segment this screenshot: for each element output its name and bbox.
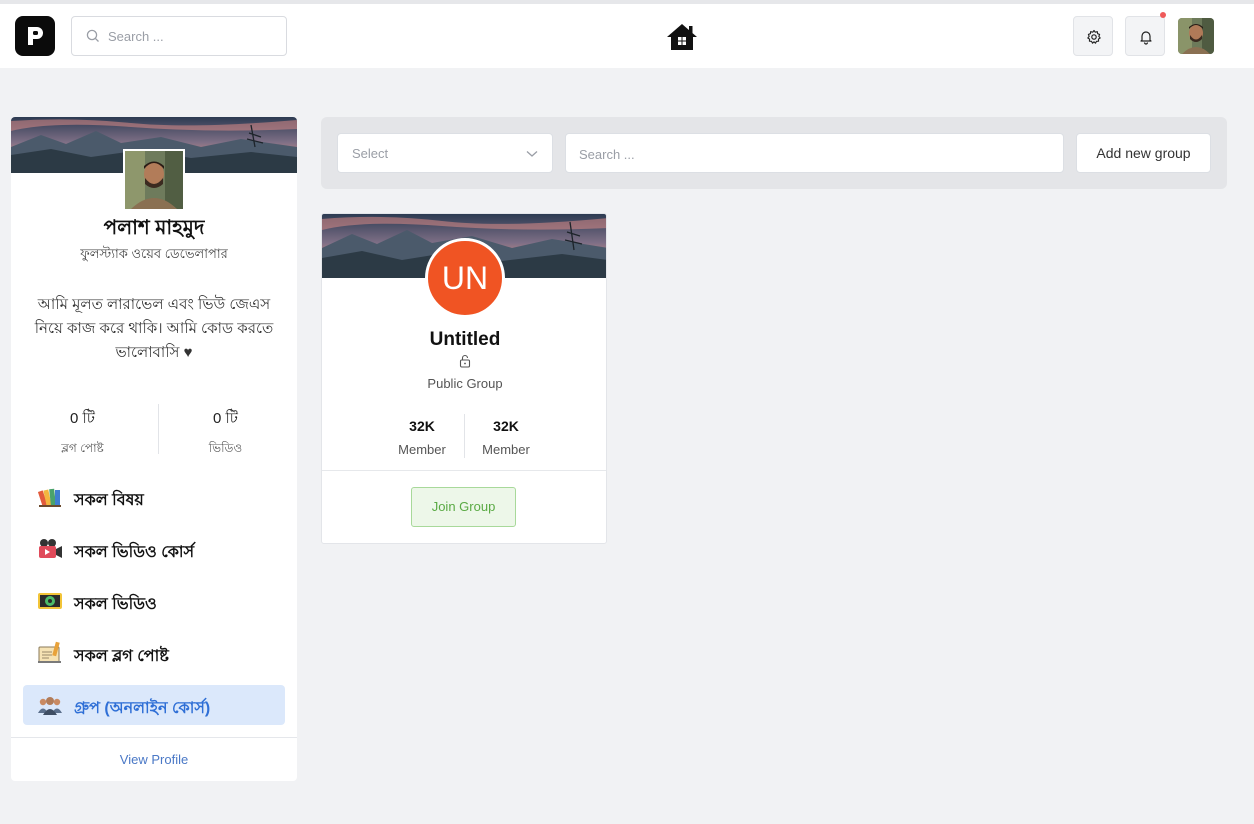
profile-card-footer: View Profile (11, 737, 297, 781)
group-search[interactable] (565, 133, 1064, 173)
view-profile-link[interactable]: View Profile (11, 752, 297, 767)
menu-item-label: সকল ভিডিও কোর্স (74, 544, 195, 561)
group-icon (38, 697, 62, 715)
profile-name: পলাশ মাহমুদ (103, 217, 205, 239)
top-navbar (0, 4, 1254, 68)
film-icon (38, 593, 62, 609)
notification-dot (1160, 12, 1166, 18)
video-camera-icon (39, 539, 62, 558)
stat-videos: 0 টি ভিডিও (154, 407, 297, 460)
group-title[interactable]: Untitled (322, 329, 606, 351)
group-stat-members: 32K Member (461, 418, 551, 457)
chevron-down-icon (526, 151, 538, 157)
group-search-input[interactable] (579, 144, 1049, 164)
group-card: UN Untitled Public Group 32K Member 32K … (321, 213, 607, 544)
group-filter-bar: Select Add new group (321, 117, 1227, 189)
stat-value: 0 টি (213, 410, 238, 427)
bell-icon (1140, 31, 1152, 45)
join-group-button[interactable]: Join Group (411, 487, 516, 527)
menu-item-label: সকল ভিডিও (74, 596, 157, 613)
menu-item-all-video-courses[interactable]: সকল ভিডিও কোর্স (23, 529, 285, 569)
add-new-group-button[interactable]: Add new group (1076, 133, 1211, 173)
menu-item-label: সকল বিষয় (74, 492, 144, 509)
group-avatar[interactable]: UN (425, 238, 505, 318)
profile-bio: আমি মূলত লারাভেল এবং ভিউ জেএস নিয়ে কাজ … (34, 296, 274, 361)
group-category-select[interactable]: Select (337, 133, 553, 173)
stat-value: 32K (409, 418, 435, 434)
profile-avatar[interactable] (123, 149, 185, 211)
stat-label: Member (482, 442, 530, 457)
app-logo[interactable] (15, 16, 55, 56)
menu-item-all-videos[interactable]: সকল ভিডিও (23, 581, 285, 621)
menu-item-all-subjects[interactable]: সকল বিষয় (23, 477, 285, 517)
select-value: Select (352, 146, 389, 161)
menu-item-all-blog-posts[interactable]: সকল ব্লগ পোষ্ট (23, 633, 285, 673)
profile-card: পলাশ মাহমুদ ফুলস্ট্যাক ওয়েব ডেভেলাপার আ… (11, 117, 297, 781)
search-icon (86, 29, 99, 42)
writing-icon (38, 641, 61, 663)
gear-icon (1087, 29, 1101, 44)
profile-role: ফুলস্ট্যাক ওয়েব ডেভেলাপার (80, 246, 228, 261)
header-search-input[interactable] (108, 26, 278, 46)
home-icon[interactable] (665, 22, 699, 52)
card-divider (322, 470, 606, 471)
menu-item-label: সকল ব্লগ পোষ্ট (74, 648, 169, 665)
menu-item-label: গ্রুপ (অনলাইন কোর্স) (74, 700, 211, 717)
settings-button[interactable] (1073, 16, 1113, 56)
stat-value: 0 টি (70, 410, 95, 427)
stat-value: 32K (493, 418, 519, 434)
stat-blog-posts: 0 টি ব্লগ পোষ্ট (11, 407, 154, 460)
stat-label: Member (398, 442, 446, 457)
stat-label: ভিডিও (208, 441, 243, 455)
group-stat-members: 32K Member (377, 418, 467, 457)
user-avatar[interactable] (1178, 18, 1214, 54)
notifications-button[interactable] (1125, 16, 1165, 56)
books-icon (37, 488, 61, 507)
stat-label: ব্লগ পোষ্ট (61, 441, 104, 455)
unlock-icon (459, 354, 471, 368)
header-search[interactable] (71, 16, 287, 56)
menu-item-groups[interactable]: গ্রুপ (অনলাইন কোর্স) (23, 685, 285, 725)
logo-p-icon (28, 27, 43, 45)
group-privacy-label: Public Group (427, 376, 503, 391)
